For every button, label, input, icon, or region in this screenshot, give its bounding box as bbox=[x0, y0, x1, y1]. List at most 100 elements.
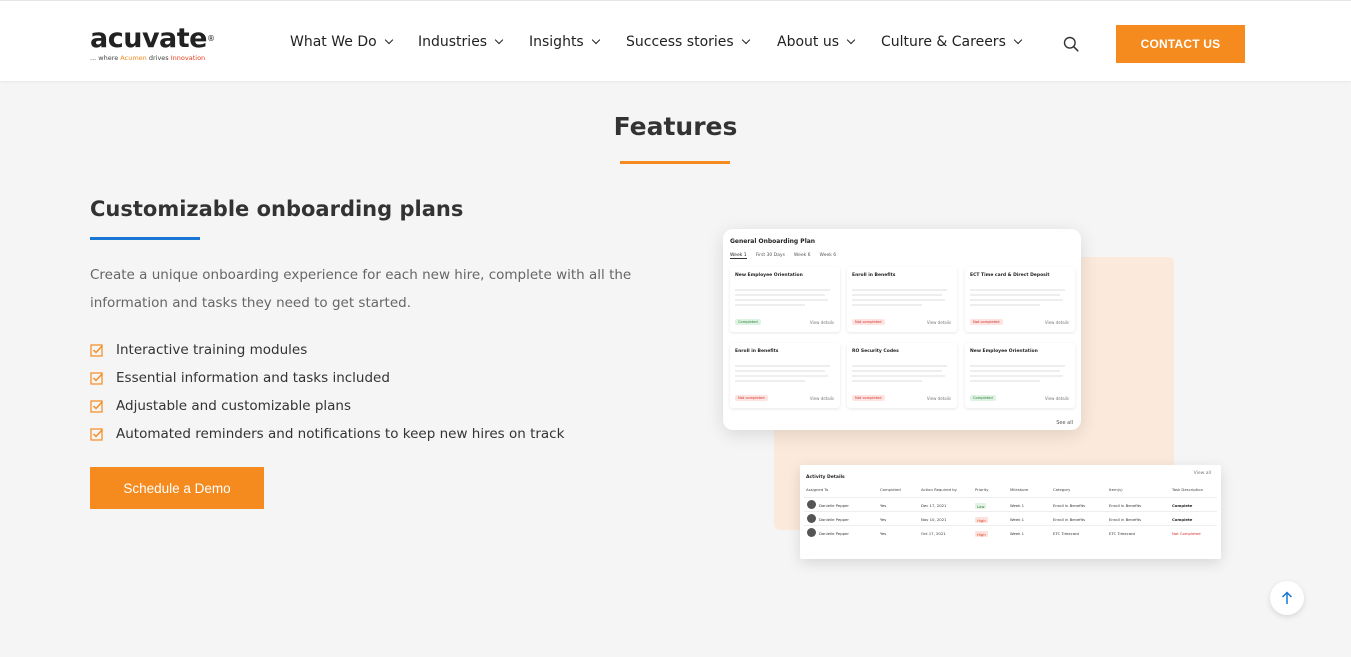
plan-task-card[interactable]: ECT Time card & Direct Deposit Not compl… bbox=[965, 267, 1075, 332]
text-placeholder bbox=[970, 375, 1063, 377]
table-row[interactable]: Danielle Pepper Yes Nov 10, 2021 High We… bbox=[804, 511, 1217, 525]
column-header[interactable]: Priority bbox=[975, 487, 989, 492]
nav-about-us[interactable]: About us bbox=[777, 34, 856, 50]
cell-date: Dec 17, 2021 bbox=[921, 503, 947, 508]
cell-milestone: Week 1 bbox=[1010, 517, 1025, 522]
cell-completed: Yes bbox=[880, 531, 887, 536]
text-placeholder bbox=[852, 370, 942, 372]
logo-text: acuvate bbox=[90, 23, 208, 54]
view-details-link[interactable]: View details bbox=[810, 320, 834, 325]
nav-label: Culture & Careers bbox=[881, 34, 1006, 50]
cell-category: ETC Timecard bbox=[1053, 531, 1079, 536]
logo-tagline: ... where Acumen drives Innovation bbox=[90, 54, 215, 62]
text-placeholder bbox=[735, 365, 830, 367]
list-item: Automated reminders and notifications to… bbox=[90, 420, 564, 448]
chevron-down-icon bbox=[1013, 35, 1023, 45]
view-details-link[interactable]: View details bbox=[1045, 396, 1069, 401]
view-details-link[interactable]: View details bbox=[927, 320, 951, 325]
nav-label: What We Do bbox=[290, 34, 377, 50]
activity-details-card: Activity Details View all Assigned To Co… bbox=[800, 465, 1221, 559]
nav-label: Insights bbox=[529, 34, 584, 50]
task-title: New Employee Orientation bbox=[970, 349, 1038, 354]
checkbox-check-icon bbox=[90, 344, 104, 357]
tab-first-30-days[interactable]: First 30 Days bbox=[756, 253, 785, 259]
column-header[interactable]: Completed bbox=[880, 487, 901, 492]
status-badge: Completed bbox=[735, 319, 761, 325]
text-placeholder bbox=[735, 299, 828, 301]
text-placeholder bbox=[970, 294, 1060, 296]
status-badge: Not completed bbox=[852, 319, 885, 325]
nav-industries[interactable]: Industries bbox=[418, 34, 504, 50]
schedule-demo-button[interactable]: Schedule a Demo bbox=[90, 467, 264, 509]
section-title: Customizable onboarding plans bbox=[90, 197, 464, 221]
column-header[interactable]: Milestone bbox=[1010, 487, 1028, 492]
text-placeholder bbox=[970, 304, 1040, 306]
text-placeholder bbox=[970, 289, 1065, 291]
text-placeholder bbox=[735, 294, 825, 296]
cell-status: Complete bbox=[1172, 517, 1193, 522]
tab-week-6[interactable]: Week 6 bbox=[794, 253, 811, 259]
status-badge: Not completed bbox=[852, 395, 885, 401]
nav-label: Success stories bbox=[626, 34, 734, 50]
site-header: acuvate® ... where Acumen drives Innovat… bbox=[0, 0, 1351, 81]
view-details-link[interactable]: View details bbox=[810, 396, 834, 401]
text-placeholder bbox=[852, 375, 945, 377]
status-badge: Not completed bbox=[970, 319, 1003, 325]
column-header[interactable]: Task Description bbox=[1172, 487, 1203, 492]
nav-insights[interactable]: Insights bbox=[529, 34, 600, 50]
cell-date: Nov 10, 2021 bbox=[921, 517, 947, 522]
column-header[interactable]: Assigned To bbox=[806, 487, 828, 492]
avatar bbox=[807, 500, 816, 509]
view-details-link[interactable]: View details bbox=[1045, 320, 1069, 325]
status-badge: Completed bbox=[970, 395, 996, 401]
list-item-label: Interactive training modules bbox=[116, 342, 308, 358]
avatar bbox=[807, 514, 816, 523]
chevron-down-icon bbox=[591, 35, 600, 45]
column-header[interactable]: Item(s) bbox=[1109, 487, 1123, 492]
plan-task-card[interactable]: Enroll in Benefits Not completed View de… bbox=[730, 343, 840, 408]
checkbox-check-icon bbox=[90, 428, 104, 441]
contact-us-button[interactable]: CONTACT US bbox=[1116, 25, 1245, 63]
plan-task-card[interactable]: RO Security Codes Not completed View det… bbox=[847, 343, 957, 408]
scroll-to-top-button[interactable] bbox=[1270, 581, 1304, 615]
view-all-link[interactable]: View all bbox=[1194, 471, 1211, 476]
plan-task-card[interactable]: New Employee Orientation Completed View … bbox=[730, 267, 840, 332]
acuvate-logo[interactable]: acuvate® ... where Acumen drives Innovat… bbox=[90, 25, 215, 65]
plan-task-card[interactable]: Enroll in Benefits Not completed View de… bbox=[847, 267, 957, 332]
cell-item: ETC Timecard bbox=[1109, 531, 1135, 536]
view-details-link[interactable]: View details bbox=[927, 396, 951, 401]
plan-task-card[interactable]: New Employee Orientation Completed View … bbox=[965, 343, 1075, 408]
see-all-link[interactable]: See all bbox=[1056, 420, 1073, 426]
text-placeholder bbox=[735, 289, 830, 291]
cell-item: Enroll in Benefits bbox=[1109, 517, 1142, 522]
text-placeholder bbox=[970, 370, 1060, 372]
checkbox-check-icon bbox=[90, 372, 104, 385]
search-icon[interactable] bbox=[1063, 36, 1079, 52]
column-header[interactable]: Action Required by bbox=[921, 487, 957, 492]
task-title: Enroll in Benefits bbox=[852, 273, 896, 278]
tab-week-6b[interactable]: Week 6 bbox=[820, 253, 837, 259]
nav-label: About us bbox=[777, 34, 840, 50]
nav-success-stories[interactable]: Success stories bbox=[626, 34, 750, 50]
table-row[interactable]: Danielle Pepper Yes Oct 17, 2021 High We… bbox=[804, 525, 1217, 539]
section-underline bbox=[90, 237, 200, 240]
tagline-pre: ... where bbox=[90, 54, 121, 62]
tagline-innovation: Innovation bbox=[170, 54, 206, 62]
text-placeholder bbox=[852, 289, 947, 291]
cell-assignee: Danielle Pepper bbox=[819, 531, 849, 536]
list-item-label: Adjustable and customizable plans bbox=[116, 398, 352, 414]
logo-wordmark: acuvate® bbox=[90, 25, 215, 53]
nav-what-we-do[interactable]: What We Do bbox=[290, 34, 393, 50]
text-placeholder bbox=[735, 380, 805, 382]
table-row[interactable]: Danielle Pepper Yes Dec 17, 2021 Low Wee… bbox=[804, 497, 1217, 511]
column-header[interactable]: Category bbox=[1053, 487, 1070, 492]
text-placeholder bbox=[852, 365, 947, 367]
task-title: ECT Time card & Direct Deposit bbox=[970, 273, 1050, 278]
plan-title: General Onboarding Plan bbox=[730, 238, 816, 245]
checkbox-check-icon bbox=[90, 400, 104, 413]
cell-status: Not Completed bbox=[1172, 531, 1201, 536]
features-title: Features bbox=[613, 112, 738, 141]
chevron-down-icon bbox=[741, 35, 750, 45]
tab-week-1[interactable]: Week 1 bbox=[730, 253, 747, 259]
nav-culture-careers[interactable]: Culture & Careers bbox=[881, 34, 1023, 50]
